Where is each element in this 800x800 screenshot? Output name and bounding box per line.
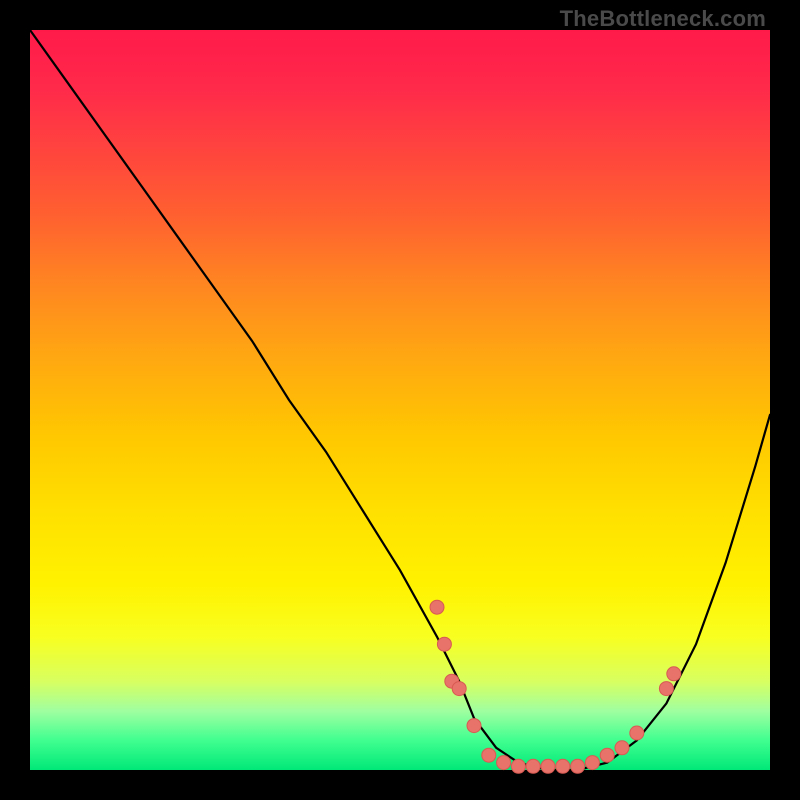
data-point <box>585 756 599 770</box>
data-point <box>541 759 555 773</box>
data-point <box>600 748 614 762</box>
data-point <box>659 682 673 696</box>
data-point <box>630 726 644 740</box>
chart-frame: TheBottleneck.com <box>0 0 800 800</box>
data-point <box>526 759 540 773</box>
data-point <box>452 682 466 696</box>
data-point <box>497 756 511 770</box>
data-point <box>437 637 451 651</box>
data-point <box>556 759 570 773</box>
data-point <box>511 759 525 773</box>
attribution-text: TheBottleneck.com <box>560 6 766 32</box>
data-point <box>615 741 629 755</box>
data-point <box>667 667 681 681</box>
data-point <box>571 759 585 773</box>
data-points <box>430 600 681 773</box>
data-point <box>430 600 444 614</box>
chart-svg <box>30 30 770 770</box>
data-point <box>467 719 481 733</box>
curve-path <box>30 30 770 770</box>
data-point <box>482 748 496 762</box>
bottleneck-curve <box>30 30 770 770</box>
